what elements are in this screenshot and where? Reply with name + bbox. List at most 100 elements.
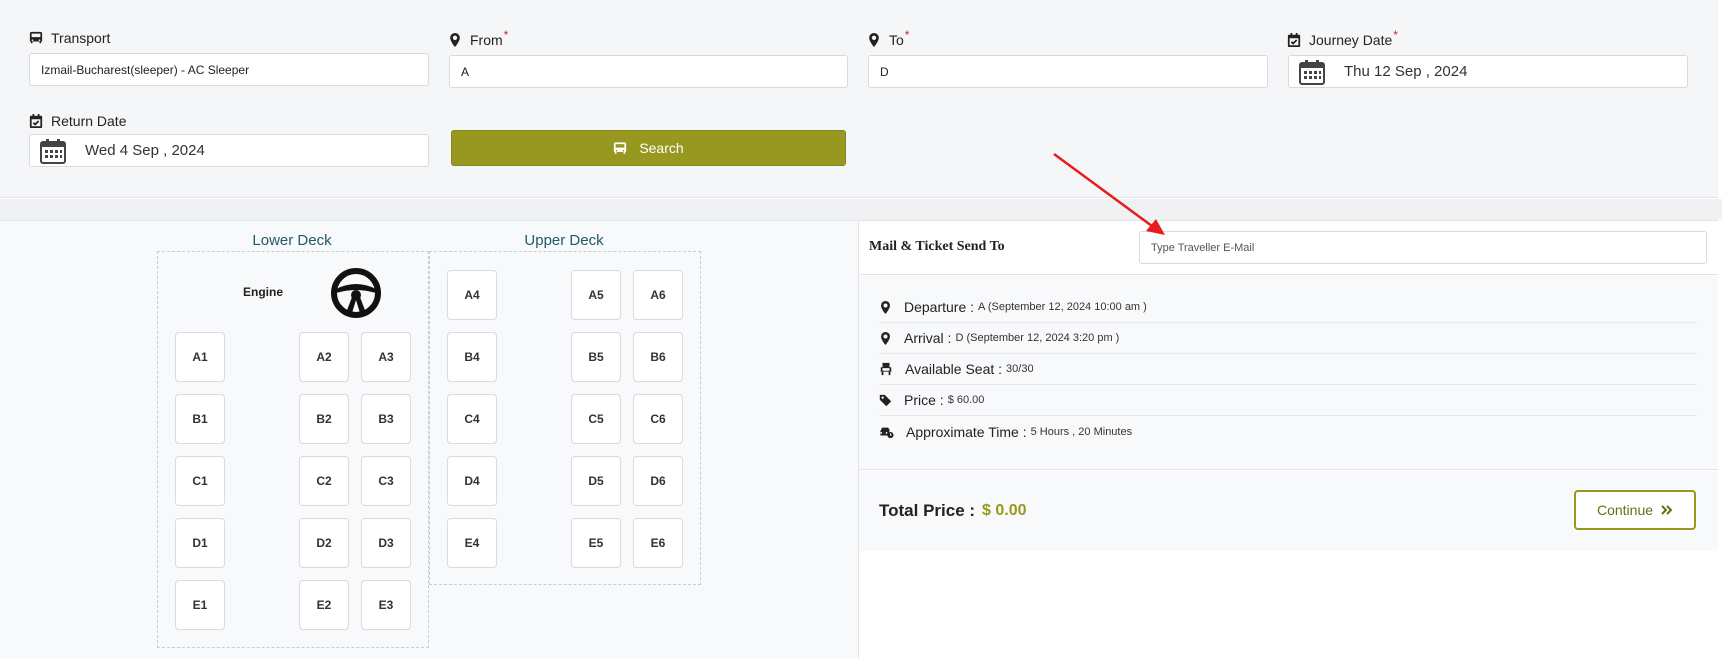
booking-info-panel: Mail & Ticket Send To Departure : A (Sep… — [859, 220, 1718, 659]
seat-a5[interactable]: A5 — [571, 270, 621, 320]
upper-deck-title: Upper Deck — [524, 232, 604, 249]
seat-c5[interactable]: C5 — [571, 394, 621, 444]
return-label-row: Return Date — [29, 111, 126, 131]
seat-a2[interactable]: A2 — [299, 332, 349, 382]
arrival-row: Arrival : D (September 12, 2024 3:20 pm … — [879, 323, 1697, 354]
approximate-time-label: Approximate Time : — [906, 423, 1027, 440]
seat-c4[interactable]: C4 — [447, 394, 497, 444]
journey-date-input[interactable]: Thu 12 Sep , 2024 — [1288, 55, 1688, 88]
trip-details: Departure : A (September 12, 2024 10:00 … — [859, 276, 1718, 470]
return-date-input[interactable]: Wed 4 Sep , 2024 — [29, 134, 429, 167]
mail-row: Mail & Ticket Send To — [859, 221, 1718, 275]
seat-b4[interactable]: B4 — [447, 332, 497, 382]
traveller-email-input[interactable] — [1139, 231, 1707, 264]
from-input[interactable]: A — [449, 55, 848, 88]
price-value: $ 60.00 — [947, 394, 985, 406]
required-mark: * — [904, 28, 910, 42]
search-button[interactable]: Search — [451, 130, 846, 166]
seat-b5[interactable]: B5 — [571, 332, 621, 382]
arrival-value: D (September 12, 2024 3:20 pm ) — [955, 332, 1120, 344]
seat-d5[interactable]: D5 — [571, 456, 621, 506]
total-price-value: $ 0.00 — [982, 502, 1027, 519]
calendar-icon — [40, 138, 66, 164]
seat-a3[interactable]: A3 — [361, 332, 411, 382]
tag-icon — [879, 394, 892, 406]
to-input[interactable]: D — [868, 55, 1268, 88]
calendar-check-icon — [29, 114, 43, 128]
seat-a4[interactable]: A4 — [447, 270, 497, 320]
required-mark: * — [1393, 28, 1398, 42]
lower-deck-title: Lower Deck — [252, 232, 332, 249]
journey-date-value: Thu 12 Sep , 2024 — [1344, 63, 1468, 80]
seat-b2[interactable]: B2 — [299, 394, 349, 444]
transport-label-row: Transport — [29, 28, 110, 48]
seat-a1[interactable]: A1 — [175, 332, 225, 382]
seat-b3[interactable]: B3 — [361, 394, 411, 444]
steering-wheel-icon — [331, 268, 381, 318]
seat-e2[interactable]: E2 — [299, 580, 349, 630]
seat-e4[interactable]: E4 — [447, 518, 497, 568]
double-chevron-right-icon — [1661, 505, 1673, 515]
transport-value: Izmail-Bucharest(sleeper) - AC Sleeper — [41, 62, 250, 77]
calendar-check-icon — [1287, 33, 1301, 47]
continue-button-label: Continue — [1596, 502, 1654, 518]
bus-icon — [614, 141, 627, 154]
search-panel: Transport Izmail-Bucharest(sleeper) - AC… — [0, 0, 1718, 198]
mail-label: Mail & Ticket Send To — [869, 239, 1005, 254]
transport-label: Transport — [51, 30, 111, 46]
required-mark: * — [503, 28, 509, 42]
from-value: A — [461, 64, 470, 79]
to-label: To — [889, 32, 904, 48]
available-seat-value: 30/30 — [1006, 363, 1034, 375]
from-label-row: From * — [448, 28, 509, 50]
departure-label: Departure : — [904, 299, 975, 315]
transport-select[interactable]: Izmail-Bucharest(sleeper) - AC Sleeper — [29, 53, 429, 86]
seat-c1[interactable]: C1 — [175, 456, 225, 506]
seat-d1[interactable]: D1 — [175, 518, 225, 568]
engine-label: Engine — [243, 285, 284, 299]
return-label: Return Date — [51, 113, 127, 129]
arrival-label: Arrival : — [904, 330, 952, 346]
continue-button[interactable]: Continue — [1574, 490, 1696, 530]
seat-b6[interactable]: B6 — [633, 332, 683, 382]
seat-c6[interactable]: C6 — [633, 394, 683, 444]
available-seat-row: Available Seat : 30/30 — [879, 354, 1697, 385]
seat-e6[interactable]: E6 — [633, 518, 683, 568]
return-date-value: Wed 4 Sep , 2024 — [85, 142, 205, 159]
seat-d4[interactable]: D4 — [447, 456, 497, 506]
map-pin-icon — [869, 33, 879, 47]
total-section: Total Price : $ 0.00 Continue — [859, 471, 1718, 551]
map-pin-icon — [881, 300, 890, 314]
car-clock-icon — [880, 427, 894, 438]
seat-c2[interactable]: C2 — [299, 456, 349, 506]
departure-value: A (September 12, 2024 10:00 am ) — [978, 301, 1147, 313]
seat-e3[interactable]: E3 — [361, 580, 411, 630]
departure-row: Departure : A (September 12, 2024 10:00 … — [879, 292, 1697, 323]
map-pin-icon — [881, 331, 890, 345]
seat-b1[interactable]: B1 — [175, 394, 225, 444]
to-label-row: To * — [867, 28, 910, 50]
bus-icon — [29, 31, 43, 44]
seat-d2[interactable]: D2 — [299, 518, 349, 568]
upper-deck: A4 A5 A6 B4 B5 B6 C4 C5 C6 D4 D5 D6 E4 E5 E6 — [429, 251, 701, 585]
seat-d3[interactable]: D3 — [361, 518, 411, 568]
approximate-time-row: Approximate Time : 5 Hours , 20 Minutes — [879, 416, 1697, 447]
seat-a6[interactable]: A6 — [633, 270, 683, 320]
approximate-time-value: 5 Hours , 20 Minutes — [1030, 425, 1133, 438]
seat-e5[interactable]: E5 — [571, 518, 621, 568]
price-label: Price : — [904, 392, 944, 408]
lower-deck: Engine A1 A2 A3 B1 B2 B3 C1 C2 C3 D1 D2 D3 E1 E2 E3 — [157, 251, 429, 648]
seat-icon — [880, 362, 892, 376]
calendar-icon — [1299, 59, 1325, 85]
seat-d6[interactable]: D6 — [633, 456, 683, 506]
journey-label: Journey Date — [1309, 32, 1393, 48]
search-button-label: Search — [639, 140, 684, 156]
total-price-label: Total Price : — [879, 501, 976, 520]
to-value: D — [880, 64, 889, 79]
available-seat-label: Available Seat : — [905, 361, 1003, 377]
from-label: From — [470, 32, 503, 48]
price-row: Price : $ 60.00 — [879, 385, 1697, 416]
seat-e1[interactable]: E1 — [175, 580, 225, 630]
seat-map-panel: Lower Deck Upper Deck Engine A1 A2 A3 B1 B2 B… — [0, 220, 859, 659]
seat-c3[interactable]: C3 — [361, 456, 411, 506]
